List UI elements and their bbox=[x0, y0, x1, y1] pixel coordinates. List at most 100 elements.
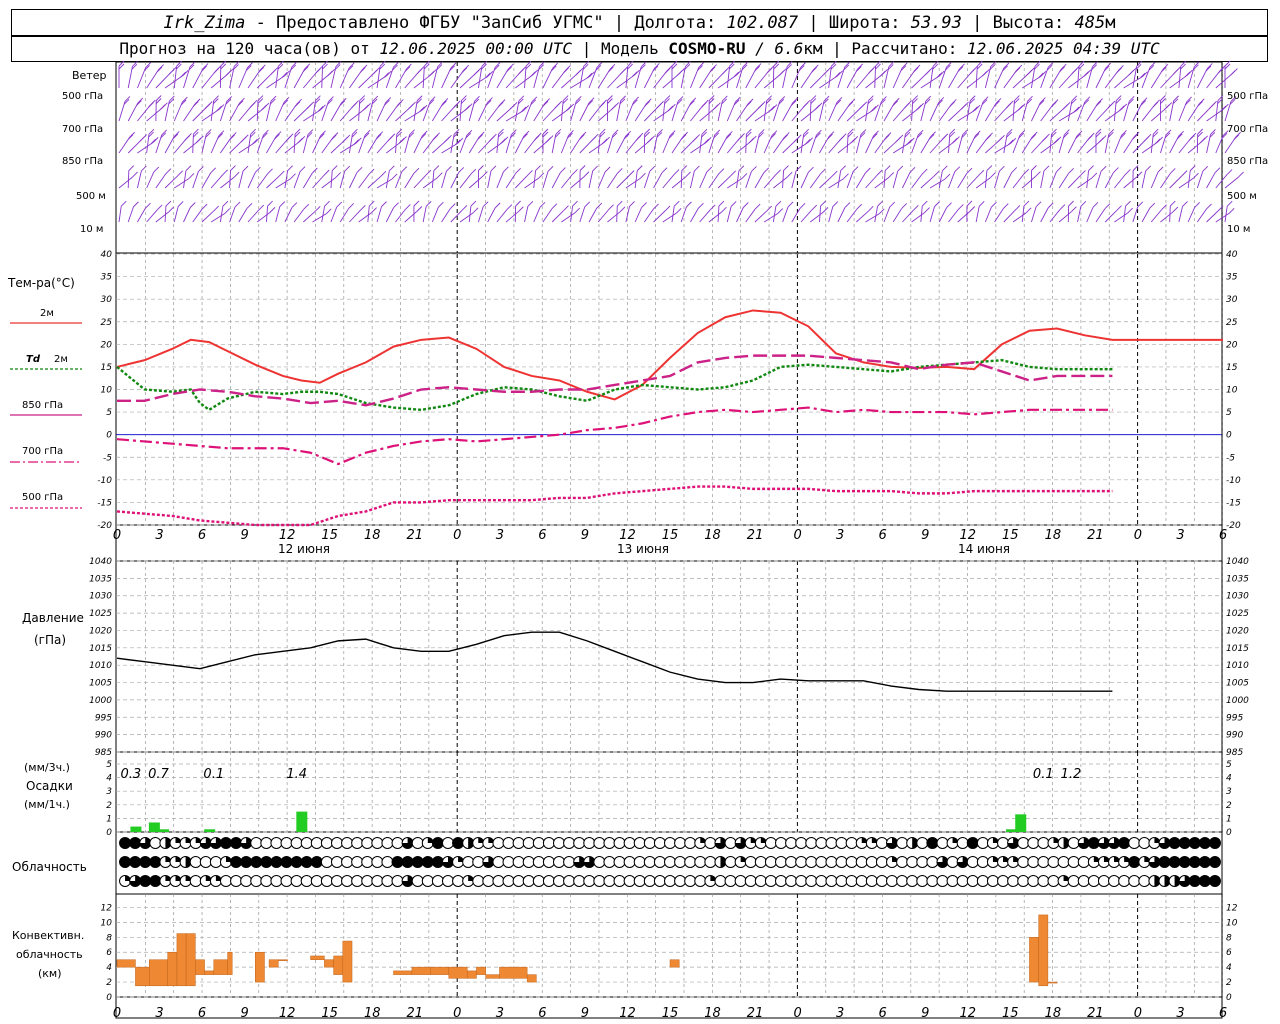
wind-barb bbox=[496, 171, 504, 189]
cloud-symbol-fill bbox=[311, 856, 323, 868]
hour-tick-label: 3 bbox=[836, 1006, 844, 1021]
wind-barb-feather bbox=[464, 105, 471, 111]
wind-barb bbox=[579, 206, 586, 223]
wind-barb bbox=[164, 205, 167, 223]
wind-barb-feather bbox=[986, 165, 993, 171]
wind-barb-feather bbox=[856, 203, 863, 210]
cloud-symbol bbox=[502, 856, 515, 868]
cloud-symbol bbox=[684, 856, 697, 868]
wind-barb-feather bbox=[904, 102, 910, 109]
wind-barb-feather bbox=[1133, 131, 1140, 138]
pressure-tick-right: 1035 bbox=[1226, 574, 1249, 584]
wind-barb-feather bbox=[507, 63, 514, 70]
cloud-symbol bbox=[421, 875, 434, 887]
wind-barb-feather bbox=[664, 205, 671, 212]
wind-barb-feather bbox=[1193, 172, 1199, 179]
cloud-symbol bbox=[775, 875, 788, 887]
wind-barb bbox=[616, 205, 618, 223]
wind-barb bbox=[874, 65, 876, 89]
cloud-symbol bbox=[1067, 875, 1080, 887]
wind-barb-feather bbox=[156, 204, 163, 211]
wind-barb-feather bbox=[1076, 105, 1082, 111]
conv-label-2: облачность bbox=[16, 948, 83, 961]
wind-barb bbox=[865, 174, 878, 189]
wind-barb-feather bbox=[1059, 204, 1066, 210]
cloud-symbol bbox=[290, 875, 303, 887]
cloud-symbol bbox=[250, 837, 263, 849]
wind-barb-feather bbox=[909, 166, 916, 173]
wind-barb-feather bbox=[406, 63, 412, 70]
wind-barb-feather bbox=[436, 172, 443, 179]
wind-barb-feather bbox=[377, 131, 383, 138]
wind-barb-feather bbox=[1238, 171, 1244, 178]
wind-barb-feather bbox=[290, 173, 296, 180]
wind-barb bbox=[293, 68, 306, 89]
wind-barb-feather bbox=[261, 104, 267, 111]
wind-barb-feather bbox=[535, 165, 541, 171]
hour-tick-label: 3 bbox=[1176, 528, 1184, 543]
cloud-symbol bbox=[886, 875, 899, 887]
wind-barb bbox=[155, 173, 167, 189]
wind-barb-feather bbox=[649, 166, 656, 172]
cloud-symbol bbox=[613, 837, 626, 849]
cloud-symbol bbox=[149, 837, 162, 849]
wind-barb bbox=[892, 67, 903, 89]
wind-barb-feather bbox=[506, 204, 513, 210]
wind-barb-feather bbox=[609, 64, 616, 70]
wind-barb bbox=[183, 207, 191, 223]
wind-barb bbox=[459, 212, 474, 223]
wind-barb bbox=[146, 69, 160, 89]
wind-barb bbox=[984, 170, 988, 189]
wind-barb bbox=[671, 206, 675, 223]
wind-barb bbox=[800, 69, 814, 89]
cloud-symbol bbox=[330, 856, 343, 868]
cloud-symbol bbox=[805, 875, 818, 887]
wind-barb-feather bbox=[1189, 165, 1196, 171]
wind-barb bbox=[376, 178, 393, 189]
wind-barb-feather bbox=[188, 173, 195, 179]
pressure-tick-right: 995 bbox=[1226, 713, 1243, 723]
wind-barb bbox=[1095, 208, 1106, 223]
cloud-symbol bbox=[391, 837, 404, 849]
wind-barb-feather bbox=[692, 136, 698, 143]
wind-barb bbox=[773, 176, 788, 189]
cloud-symbol bbox=[916, 875, 929, 887]
wind-barb bbox=[966, 74, 985, 89]
wind-barb-feather bbox=[405, 204, 411, 210]
cloud-symbol bbox=[361, 856, 374, 868]
wind-barb-feather bbox=[396, 128, 403, 135]
wind-barb-feather bbox=[604, 136, 610, 143]
cloud-symbol bbox=[664, 837, 676, 849]
pressure-axis-label: Давление bbox=[22, 611, 84, 625]
wind-barb-feather bbox=[608, 204, 614, 211]
wind-barb bbox=[736, 170, 740, 189]
wind-barb bbox=[1150, 69, 1164, 89]
cloud-symbol bbox=[623, 856, 636, 868]
wind-barb-feather bbox=[771, 104, 778, 110]
wind-barb-feather bbox=[1194, 202, 1200, 208]
wind-barb bbox=[800, 209, 813, 223]
cloud-symbol bbox=[1037, 875, 1050, 887]
wind-barb bbox=[1049, 68, 1062, 89]
cloud-symbol-fill bbox=[1199, 856, 1211, 868]
cloud-symbol bbox=[643, 837, 656, 849]
wind-barb-feather bbox=[454, 139, 461, 146]
wind-barb-feather bbox=[401, 166, 408, 172]
wind-barb-feather bbox=[583, 171, 590, 178]
wind-barb bbox=[1160, 173, 1171, 189]
wind-barb bbox=[597, 69, 611, 89]
wind-barb bbox=[643, 68, 655, 89]
wind-barb-feather bbox=[1209, 103, 1215, 109]
hour-tick-label: 21 bbox=[406, 528, 423, 543]
cloud-symbol bbox=[351, 856, 364, 868]
wind-barb bbox=[607, 211, 621, 223]
wind-barb bbox=[892, 208, 903, 223]
wind-barb bbox=[1150, 171, 1159, 189]
wind-barb bbox=[791, 67, 801, 89]
pressure-tick-left: 1005 bbox=[89, 679, 112, 689]
conv-tick-right: 2 bbox=[1226, 978, 1232, 988]
wind-barb-feather bbox=[1035, 201, 1042, 208]
wind-barb-feather bbox=[554, 102, 561, 109]
cloud-symbol-fill bbox=[1169, 856, 1181, 868]
wind-barb bbox=[266, 100, 272, 122]
